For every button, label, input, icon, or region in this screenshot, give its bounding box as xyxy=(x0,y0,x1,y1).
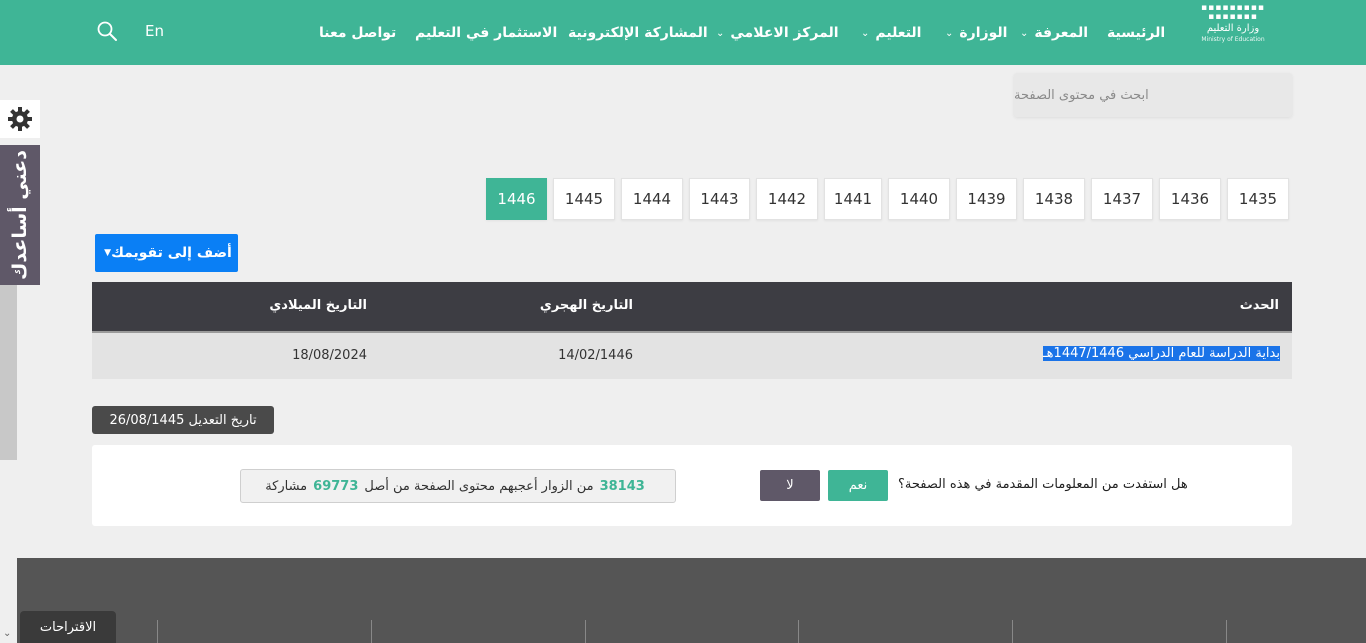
year-tab-1444[interactable]: 1444 xyxy=(621,178,683,220)
chevron-down-icon: ⌄ xyxy=(861,27,870,39)
nav-label: تواصل معنا xyxy=(319,25,397,41)
scroll-down-arrow-icon[interactable]: ⌄ xyxy=(3,628,11,639)
feedback-no-button[interactable]: لا xyxy=(760,470,820,501)
year-tab-1442[interactable]: 1442 xyxy=(756,178,818,220)
suggestions-tab[interactable]: الاقتراحات xyxy=(20,611,116,643)
page-search-input[interactable]: ابحث في محتوى الصفحة xyxy=(1014,73,1292,117)
year-tab-1440[interactable]: 1440 xyxy=(888,178,950,220)
chevron-down-icon: ⌄ xyxy=(716,27,725,39)
nav-item-home[interactable]: الرئيسية xyxy=(1107,22,1165,44)
caret-down-icon: ▼ xyxy=(104,248,112,258)
nav-item-e-participation[interactable]: المشاركة الإلكترونية xyxy=(568,22,708,44)
hijri-date-cell: 14/02/1446 xyxy=(558,348,633,363)
nav-label: الوزارة xyxy=(959,25,1008,41)
nav-label: الرئيسية xyxy=(1107,25,1166,41)
search-placeholder: ابحث في محتوى الصفحة xyxy=(1014,87,1149,103)
search-icon[interactable] xyxy=(96,20,118,42)
logo-arabic-text: وزارة التعليم xyxy=(1206,23,1260,34)
footer-divider xyxy=(157,620,158,643)
add-to-calendar-button[interactable]: ▼ أضف إلى تقويمك xyxy=(95,234,238,272)
feedback-question: هل استفدت من المعلومات المقدمة في هذه ال… xyxy=(898,477,1188,492)
help-me-tab[interactable]: دعني أساعدك xyxy=(0,145,40,285)
year-tab-1436[interactable]: 1436 xyxy=(1159,178,1221,220)
nav-item-investment[interactable]: الاستثمار في التعليم xyxy=(415,22,557,44)
last-modified-badge: تاريخ التعديل 26/08/1445 xyxy=(92,406,274,434)
header-event: الحدث xyxy=(1239,298,1279,313)
nav-item-ministry[interactable]: ⌄ الوزارة xyxy=(945,22,1007,44)
nav-label: المشاركة الإلكترونية xyxy=(568,25,708,41)
year-tab-1435[interactable]: 1435 xyxy=(1227,178,1289,220)
chevron-down-icon: ⌄ xyxy=(1020,27,1029,39)
year-tab-1445[interactable]: 1445 xyxy=(553,178,615,220)
footer-divider xyxy=(798,620,799,643)
liked-text: من الزوار أعجبهم محتوى الصفحة من أصل xyxy=(364,478,594,494)
year-tab-1446-active[interactable]: 1446 xyxy=(486,178,547,220)
event-cell: بداية الدراسة للعام الدراسي 1447/1446هـ xyxy=(1042,346,1280,361)
help-me-label: دعني أساعدك xyxy=(9,149,31,281)
table-row: بداية الدراسة للعام الدراسي 1447/1446هـ … xyxy=(92,333,1292,379)
nav-item-knowledge[interactable]: ⌄ المعرفة xyxy=(1020,22,1088,44)
nav-label: التعليم xyxy=(875,25,922,41)
logo-english-text: Ministry of Education xyxy=(1201,36,1265,43)
gregorian-date-cell: 18/08/2024 xyxy=(292,348,367,363)
header-gregorian-date: التاريخ الميلادي xyxy=(269,298,367,313)
logo-mark: ▪▪▪▪▪▪▪▪▪ ▪▪▪▪▪▪▪ xyxy=(1201,3,1265,22)
footer-divider xyxy=(371,620,372,643)
nav-item-education[interactable]: ⌄ التعليم xyxy=(861,22,921,44)
liked-count: 38143 xyxy=(599,478,645,494)
year-tab-1443[interactable]: 1443 xyxy=(689,178,750,220)
footer-divider xyxy=(585,620,586,643)
chevron-down-icon: ⌄ xyxy=(945,27,954,39)
nav-item-contact[interactable]: تواصل معنا xyxy=(319,22,396,44)
settings-button[interactable] xyxy=(0,100,40,138)
nav-label: المركز الاعلامي xyxy=(730,25,839,41)
total-text: مشاركة xyxy=(265,478,308,494)
year-tab-1439[interactable]: 1439 xyxy=(956,178,1017,220)
language-toggle[interactable]: En xyxy=(145,22,164,40)
events-table-header: الحدث التاريخ الهجري التاريخ الميلادي xyxy=(92,282,1292,331)
add-to-calendar-label: أضف إلى تقويمك xyxy=(111,245,232,261)
nav-label: الاستثمار في التعليم xyxy=(415,25,558,41)
year-tab-1437[interactable]: 1437 xyxy=(1091,178,1153,220)
header-hijri-date: التاريخ الهجري xyxy=(539,298,633,313)
top-navigation-bar: ▪▪▪▪▪▪▪▪▪ ▪▪▪▪▪▪▪ وزارة التعليم Ministry … xyxy=(0,0,1366,65)
side-scroll-track xyxy=(0,285,17,460)
footer xyxy=(17,558,1366,643)
ministry-logo[interactable]: ▪▪▪▪▪▪▪▪▪ ▪▪▪▪▪▪▪ وزارة التعليم Ministry … xyxy=(1200,4,1266,52)
year-tab-1438[interactable]: 1438 xyxy=(1023,178,1085,220)
footer-divider xyxy=(1226,620,1227,643)
total-count: 69773 xyxy=(313,478,359,494)
nav-item-media-center[interactable]: ⌄ المركز الاعلامي xyxy=(716,22,839,44)
feedback-stats: 38143 من الزوار أعجبهم محتوى الصفحة من أ… xyxy=(240,469,676,503)
feedback-yes-button[interactable]: نعم xyxy=(828,470,888,501)
gear-icon xyxy=(8,107,32,131)
footer-divider xyxy=(1012,620,1013,643)
year-tab-1441[interactable]: 1441 xyxy=(824,178,882,220)
nav-label: المعرفة xyxy=(1034,25,1089,41)
